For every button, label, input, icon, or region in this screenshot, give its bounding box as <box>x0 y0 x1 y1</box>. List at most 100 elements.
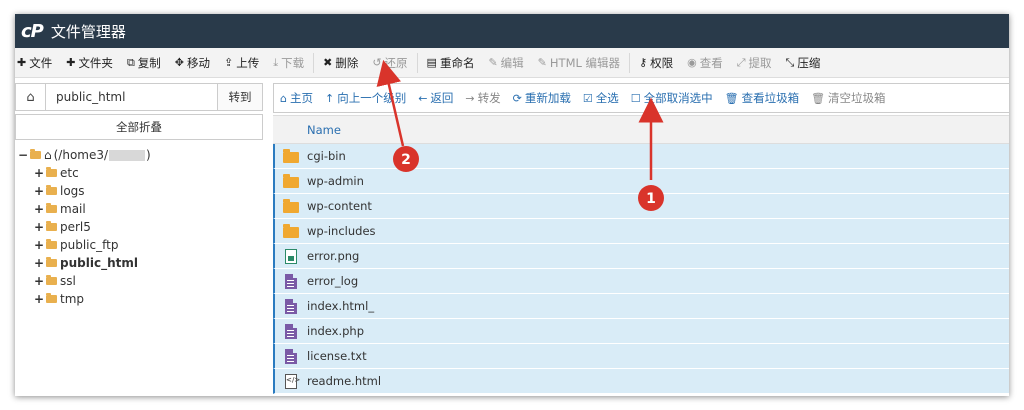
toolbar-download-button: ⤓ 下载 <box>266 48 311 77</box>
expand-toggle[interactable]: + <box>34 202 44 216</box>
nav-home-button[interactable]: ⌂ 主页 <box>274 90 319 106</box>
app-header: cP 文件管理器 <box>15 14 1009 48</box>
nav-refresh-button[interactable]: ⟳ 重新加载 <box>507 90 577 106</box>
nav-trash-button[interactable]: 🗑 查看垃圾箱 <box>719 90 805 106</box>
copy-icon: ⧉ <box>126 55 135 69</box>
name-column-header[interactable]: Name <box>273 115 1009 144</box>
file-name: license.txt <box>307 349 367 363</box>
toolbar-eye-button: ◉ 查看 <box>680 48 730 77</box>
file-row[interactable]: cgi-bin <box>273 144 1009 169</box>
eye-icon: ◉ <box>687 56 697 69</box>
file-row[interactable]: wp-includes <box>273 219 1009 244</box>
nav-arrow-up-button[interactable]: ↑ 向上一个级别 <box>319 90 412 106</box>
expand-toggle[interactable]: + <box>34 166 44 180</box>
toolbar-button-label: 查看 <box>699 55 723 70</box>
folder-icon <box>46 167 57 177</box>
tree-item-label: tmp <box>60 292 85 306</box>
go-button[interactable]: 转到 <box>217 84 262 110</box>
toolbar-delete-button[interactable]: ✖ 删除 <box>316 48 365 77</box>
tree-item-label: public_ftp <box>60 238 119 252</box>
file-manager-window: cP 文件管理器 ✚ 文件 ✚ 文件夹 ⧉ 复制 ✥ 移动 ⇪ 上传 ⤓ 下载 ✖ 删除 ↺ 还原 ▤ 重命名 ✎ 编… <box>15 14 1009 396</box>
tree-item-etc[interactable]: + etc <box>18 164 151 182</box>
toolbar-plus-button[interactable]: ✚ 文件 <box>15 48 59 77</box>
html-file-icon: </> <box>275 373 307 389</box>
text-file-icon <box>275 273 307 289</box>
tree-item-ssl[interactable]: + ssl <box>18 272 151 290</box>
redacted-username <box>109 149 146 161</box>
file-row[interactable]: error_log <box>273 269 1009 294</box>
expand-toggle[interactable]: + <box>34 184 44 198</box>
toolbar-key-button[interactable]: ⚷ 权限 <box>632 48 680 77</box>
collapse-all-button[interactable]: 全部折叠 <box>15 114 263 140</box>
folder-icon <box>275 199 307 213</box>
file-row[interactable]: error.png <box>273 244 1009 269</box>
file-row[interactable]: index.php <box>273 319 1009 344</box>
rename-icon: ▤ <box>426 56 437 69</box>
text-file-icon <box>275 323 307 339</box>
tree-item-label: mail <box>60 202 86 216</box>
move-icon: ✥ <box>174 56 185 69</box>
edit-icon: ✎ <box>488 56 498 69</box>
home-icon: ⌂ <box>44 148 52 162</box>
nav-button-label: 清空垃圾箱 <box>828 91 886 105</box>
nav-checkbox-empty-button[interactable]: ☐ 全部取消选中 <box>625 90 719 106</box>
file-name: index.html_ <box>307 299 375 313</box>
file-name: readme.html <box>307 374 382 388</box>
nav-checkbox-checked-button[interactable]: ☑ 全选 <box>577 90 625 106</box>
file-name: index.php <box>307 324 365 338</box>
image-file-icon <box>275 248 307 264</box>
expand-toggle[interactable]: + <box>34 256 44 270</box>
folder-icon <box>275 224 307 238</box>
tree-item-mail[interactable]: + mail <box>18 200 151 218</box>
folder-icon <box>275 149 307 163</box>
toolbar-move-button[interactable]: ✥ 移动 <box>168 48 217 77</box>
nav-arrow-left-button[interactable]: ← 返回 <box>412 90 459 106</box>
toolbar-plus-button[interactable]: ✚ 文件夹 <box>59 48 120 77</box>
file-row[interactable]: wp-admin <box>273 169 1009 194</box>
tree-item-tmp[interactable]: + tmp <box>18 290 151 308</box>
directory-tree: − ⌂ (/home3/ ) + etc + logs + mail + perl5 + publ… <box>18 146 151 308</box>
folder-icon <box>46 293 57 303</box>
path-input[interactable] <box>46 84 217 110</box>
file-rows: cgi-bin wp-admin wp-content wp-includes erro… <box>273 144 1009 394</box>
trash-icon: 🗑 <box>724 91 739 105</box>
tree-root[interactable]: − ⌂ (/home3/ ) <box>18 146 151 164</box>
toolbar-button-label: 提取 <box>748 55 772 70</box>
folder-icon <box>46 239 57 249</box>
arrow-left-icon: ← <box>418 91 428 105</box>
tree-item-perl5[interactable]: + perl5 <box>18 218 151 236</box>
home-icon[interactable]: ⌂ <box>16 84 46 110</box>
file-row[interactable]: </> readme.html <box>273 369 1009 394</box>
expand-toggle[interactable]: + <box>34 220 44 234</box>
download-icon: ⤓ <box>273 55 279 69</box>
folder-icon <box>46 185 57 195</box>
expand-toggle[interactable]: + <box>34 292 44 306</box>
nav-trash-button: 🗑 清空垃圾箱 <box>805 90 891 106</box>
toolbar-rename-button[interactable]: ▤ 重命名 <box>420 48 482 77</box>
tree-item-public-html[interactable]: + public_html <box>18 254 151 272</box>
toolbar-copy-button[interactable]: ⧉ 复制 <box>120 48 168 77</box>
toolbar: ✚ 文件 ✚ 文件夹 ⧉ 复制 ✥ 移动 ⇪ 上传 ⤓ 下载 ✖ 删除 ↺ 还原 ▤ 重命名 ✎ 编辑 ✎ HTML 编辑… <box>15 48 1009 78</box>
tree-item-logs[interactable]: + logs <box>18 182 151 200</box>
text-file-icon <box>275 298 307 314</box>
toolbar-button-label: 移动 <box>187 55 211 70</box>
expand-toggle[interactable]: + <box>34 238 44 252</box>
toolbar-upload-button[interactable]: ⇪ 上传 <box>217 48 266 77</box>
folder-icon <box>46 203 57 213</box>
collapse-toggle[interactable]: − <box>18 148 28 162</box>
trash-icon: 🗑 <box>811 91 826 105</box>
plus-icon: ✚ <box>17 56 27 69</box>
file-name: wp-admin <box>307 174 364 188</box>
nav-button-label: 返回 <box>430 91 454 105</box>
nav-button-label: 向上一个级别 <box>337 91 407 105</box>
tree-item-label: perl5 <box>60 220 91 234</box>
toolbar-compress-button[interactable]: ⤡ 压缩 <box>779 48 828 77</box>
cpanel-logo[interactable]: cP <box>21 21 44 42</box>
tree-item-label: logs <box>60 184 85 198</box>
expand-toggle[interactable]: + <box>34 274 44 288</box>
file-row[interactable]: license.txt <box>273 344 1009 369</box>
file-row[interactable]: wp-content <box>273 194 1009 219</box>
tree-item-public-ftp[interactable]: + public_ftp <box>18 236 151 254</box>
tree-item-label: etc <box>60 166 79 180</box>
file-row[interactable]: index.html_ <box>273 294 1009 319</box>
